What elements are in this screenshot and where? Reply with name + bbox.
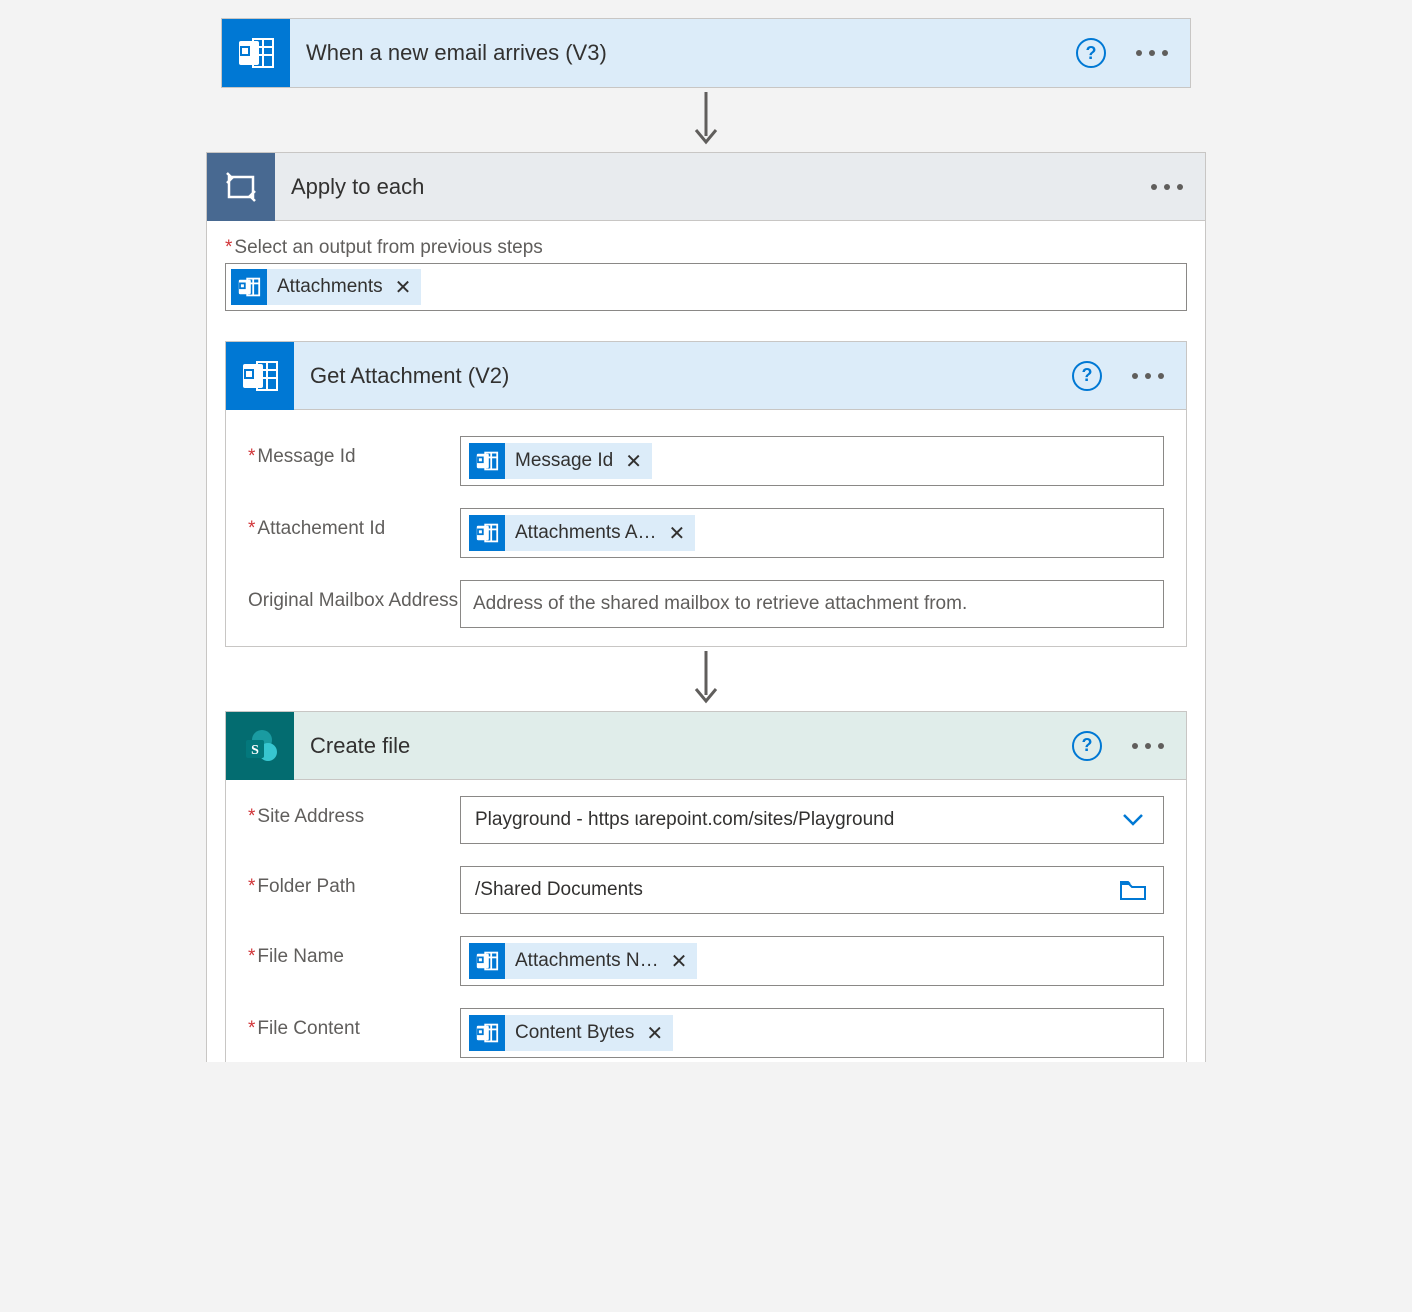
token-message-id[interactable]: Message Id ✕ <box>469 443 652 479</box>
loop-icon <box>207 153 275 221</box>
trigger-header[interactable]: When a new email arrives (V3) ? <box>222 19 1190 87</box>
create-file-header[interactable]: S Create file ? <box>226 712 1186 780</box>
file-content-label: *File Content <box>248 1008 460 1040</box>
message-id-input[interactable]: Message Id ✕ <box>460 436 1164 486</box>
outlook-icon <box>469 515 505 551</box>
help-icon[interactable]: ? <box>1072 361 1102 391</box>
attachment-id-label: *Attachement Id <box>248 508 460 540</box>
help-icon[interactable]: ? <box>1072 731 1102 761</box>
attachment-id-input[interactable]: Attachments A… ✕ <box>460 508 1164 558</box>
svg-text:S: S <box>251 743 259 758</box>
more-menu-button[interactable] <box>1124 367 1172 385</box>
outlook-icon <box>469 1015 505 1051</box>
remove-token-button[interactable]: ✕ <box>646 1021 663 1046</box>
trigger-card[interactable]: When a new email arrives (V3) ? <box>221 18 1191 88</box>
flow-arrow <box>0 88 1412 152</box>
get-attachment-title: Get Attachment (V2) <box>294 363 1072 389</box>
token-file-content[interactable]: Content Bytes ✕ <box>469 1015 673 1051</box>
mailbox-label: Original Mailbox Address <box>248 580 460 612</box>
chevron-down-icon[interactable] <box>1111 813 1155 827</box>
site-address-select[interactable]: Playground - https ιarepoint.com/sites/P… <box>460 796 1164 844</box>
token-attachment-id[interactable]: Attachments A… ✕ <box>469 515 695 551</box>
remove-token-button[interactable]: ✕ <box>671 949 688 974</box>
folder-picker-icon[interactable] <box>1111 880 1155 900</box>
apply-to-each-header[interactable]: Apply to each <box>207 153 1205 221</box>
flow-arrow <box>225 647 1187 711</box>
token-attachments[interactable]: Attachments ✕ <box>231 269 421 305</box>
trigger-title: When a new email arrives (V3) <box>290 40 1076 66</box>
remove-token-button[interactable]: ✕ <box>395 275 412 300</box>
more-menu-button[interactable] <box>1143 178 1191 196</box>
remove-token-button[interactable]: ✕ <box>669 521 686 546</box>
folder-path-label: *Folder Path <box>248 866 460 898</box>
more-menu-button[interactable] <box>1124 737 1172 755</box>
select-output-label: *Select an output from previous steps <box>225 237 1187 259</box>
apply-to-each-card: Apply to each *Select an output from pre… <box>206 152 1206 1062</box>
create-file-card: S Create file ? *Site Address Playground… <box>225 711 1187 1062</box>
sharepoint-icon: S <box>226 712 294 780</box>
file-name-label: *File Name <box>248 936 460 968</box>
mailbox-input[interactable]: Address of the shared mailbox to retriev… <box>460 580 1164 628</box>
outlook-icon <box>469 943 505 979</box>
file-name-input[interactable]: Attachments N… ✕ <box>460 936 1164 986</box>
remove-token-button[interactable]: ✕ <box>625 449 642 474</box>
message-id-label: *Message Id <box>248 436 460 468</box>
outlook-icon <box>222 19 290 87</box>
outlook-icon <box>226 342 294 410</box>
get-attachment-card: Get Attachment (V2) ? *Message Id <box>225 341 1187 647</box>
get-attachment-header[interactable]: Get Attachment (V2) ? <box>226 342 1186 410</box>
outlook-icon <box>231 269 267 305</box>
create-file-title: Create file <box>294 733 1072 759</box>
outlook-icon <box>469 443 505 479</box>
token-file-name[interactable]: Attachments N… ✕ <box>469 943 697 979</box>
help-icon[interactable]: ? <box>1076 38 1106 68</box>
apply-to-each-title: Apply to each <box>275 174 1143 200</box>
more-menu-button[interactable] <box>1128 44 1176 62</box>
file-content-input[interactable]: Content Bytes ✕ <box>460 1008 1164 1058</box>
folder-path-input[interactable]: /Shared Documents <box>460 866 1164 914</box>
select-output-input[interactable]: Attachments ✕ <box>225 263 1187 311</box>
site-address-label: *Site Address <box>248 796 460 828</box>
